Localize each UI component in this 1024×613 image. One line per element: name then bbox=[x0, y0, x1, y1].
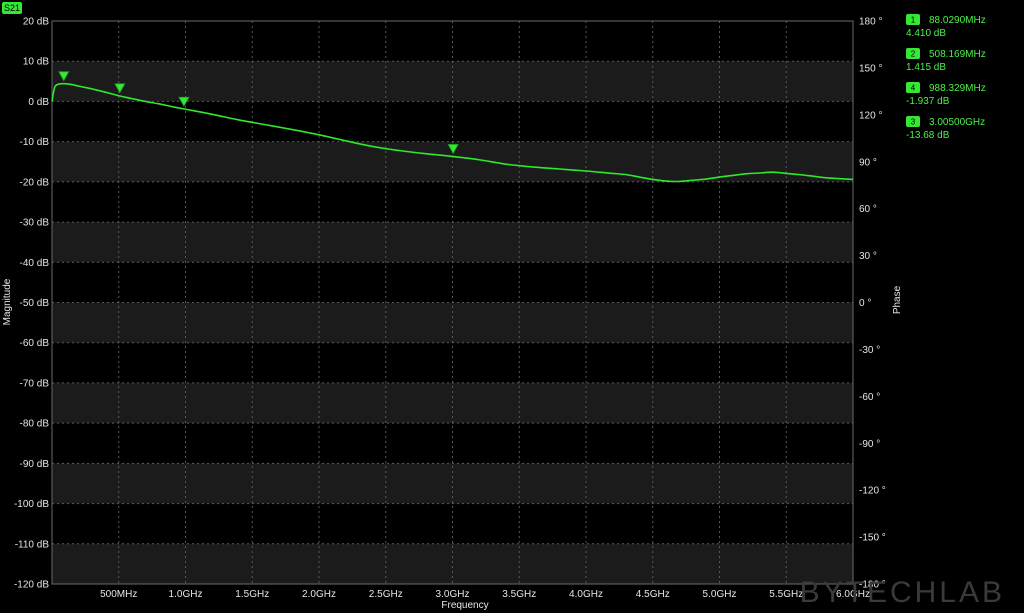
phase-tick-label: -150 ° bbox=[859, 533, 886, 544]
magnitude-tick-label: -60 dB bbox=[20, 338, 50, 349]
marker-2-readout[interactable]: 2 508.169MHz 1.415 dB bbox=[906, 48, 986, 73]
phase-tick-label: -90 ° bbox=[859, 439, 880, 450]
marker-legend: 1 88.0290MHz 4.410 dB 2 508.169MHz 1.415 dB 4 9… bbox=[906, 14, 986, 141]
magnitude-axis-ticks: 20 dB 10 dB 0 dB -10 dB -20 dB -30 dB -40 dB -5… bbox=[14, 17, 49, 591]
phase-tick-label: 90 ° bbox=[859, 157, 877, 168]
marker-2-value: 1.415 dB bbox=[906, 62, 946, 73]
magnitude-tick-label: -120 dB bbox=[14, 580, 49, 591]
magnitude-tick-label: -70 dB bbox=[20, 378, 50, 389]
marker-4-frequency: 988.329MHz bbox=[929, 83, 986, 94]
frequency-tick-label: 5.5GHz bbox=[769, 589, 803, 600]
marker-1-readout[interactable]: 1 88.0290MHz 4.410 dB bbox=[906, 14, 986, 39]
magnitude-tick-label: -40 dB bbox=[20, 258, 50, 269]
y-axis-right-label: Phase bbox=[892, 285, 903, 314]
trace-tag-label: S21 bbox=[4, 3, 20, 13]
frequency-tick-label: 3.0GHz bbox=[436, 589, 470, 600]
magnitude-tick-label: -110 dB bbox=[15, 539, 50, 550]
magnitude-tick-label: -10 dB bbox=[20, 137, 50, 148]
marker-4-id: 4 bbox=[911, 84, 916, 93]
x-axis-label: Frequency bbox=[441, 600, 488, 611]
magnitude-tick-label: 0 dB bbox=[28, 97, 49, 108]
magnitude-tick-label: -20 dB bbox=[20, 177, 50, 188]
marker-3-frequency: 3.00500GHz bbox=[929, 117, 985, 128]
magnitude-tick-label: -90 dB bbox=[20, 459, 50, 470]
phase-tick-label: -60 ° bbox=[859, 392, 880, 403]
phase-tick-label: 0 ° bbox=[859, 298, 871, 309]
marker-3-readout[interactable]: 3 3.00500GHz -13.68 dB bbox=[906, 116, 985, 141]
phase-tick-label: 180 ° bbox=[859, 17, 882, 28]
marker-3-id: 3 bbox=[911, 118, 916, 127]
magnitude-tick-label: -30 dB bbox=[20, 218, 50, 229]
phase-axis-ticks: 180 ° 150 ° 120 ° 90 ° 60 ° 30 ° 0 ° -30 ° -60 °… bbox=[859, 17, 886, 591]
phase-tick-label: -120 ° bbox=[859, 486, 886, 497]
frequency-tick-label: 4.5GHz bbox=[636, 589, 670, 600]
phase-tick-label: 150 ° bbox=[859, 63, 882, 74]
marker-4-value: -1.937 dB bbox=[906, 96, 950, 107]
marker-4-readout[interactable]: 4 988.329MHz -1.937 dB bbox=[906, 82, 986, 107]
trace-tag[interactable]: S21 bbox=[2, 2, 22, 14]
magnitude-tick-label: -80 dB bbox=[20, 419, 50, 430]
marker-1-frequency: 88.0290MHz bbox=[929, 15, 986, 26]
magnitude-tick-label: -100 dB bbox=[14, 499, 49, 510]
phase-tick-label: 30 ° bbox=[859, 251, 877, 262]
frequency-tick-label: 2.0GHz bbox=[302, 589, 336, 600]
frequency-tick-label: 4.0GHz bbox=[569, 589, 603, 600]
marker-1-value: 4.410 dB bbox=[906, 28, 946, 39]
magnitude-tick-label: -50 dB bbox=[20, 298, 50, 309]
marker-1-id: 1 bbox=[911, 16, 916, 25]
frequency-tick-label: 1.5GHz bbox=[235, 589, 269, 600]
phase-tick-label: 60 ° bbox=[859, 204, 877, 215]
magnitude-tick-label: 20 dB bbox=[23, 17, 49, 28]
magnitude-tick-label: 10 dB bbox=[23, 57, 49, 68]
phase-tick-label: 120 ° bbox=[859, 110, 882, 121]
marker-3-value: -13.68 dB bbox=[906, 130, 950, 141]
frequency-axis-ticks: 500MHz 1.0GHz 1.5GHz 2.0GHz 2.5GHz 3.0GHz 3.5G… bbox=[100, 589, 870, 600]
y-axis-left-label: Magnitude bbox=[2, 278, 13, 325]
frequency-tick-label: 5.0GHz bbox=[703, 589, 737, 600]
marker-2-id: 2 bbox=[911, 50, 916, 59]
phase-tick-label: -30 ° bbox=[859, 345, 880, 356]
frequency-tick-label: 2.5GHz bbox=[369, 589, 403, 600]
frequency-tick-label: 1.0GHz bbox=[169, 589, 203, 600]
frequency-tick-label: 500MHz bbox=[100, 589, 137, 600]
marker-2-frequency: 508.169MHz bbox=[929, 49, 986, 60]
s21-magnitude-chart: 20 dB 10 dB 0 dB -10 dB -20 dB -30 dB -40 dB -5… bbox=[2, 2, 1005, 611]
frequency-tick-label: 3.5GHz bbox=[502, 589, 536, 600]
watermark: BYTECHLAB bbox=[800, 576, 1005, 609]
